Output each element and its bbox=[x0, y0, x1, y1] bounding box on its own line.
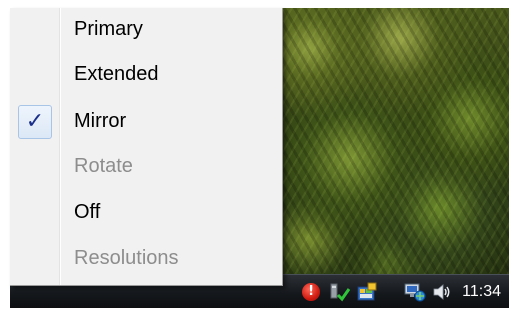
menu-item-label: Off bbox=[74, 201, 101, 223]
menu-item-primary[interactable]: Primary bbox=[10, 9, 282, 51]
menu-item-extended[interactable]: Extended bbox=[10, 54, 282, 96]
alert-icon[interactable]: ! bbox=[302, 281, 324, 303]
menu-item-mirror[interactable]: ✓ Mirror bbox=[10, 101, 282, 143]
menu-item-label: Primary bbox=[74, 18, 143, 40]
screen: ! 11:34 Primary Extended ✓ Mirror Rotate… bbox=[0, 0, 512, 320]
menu-item-label: Extended bbox=[74, 63, 159, 85]
checkmark-icon: ✓ bbox=[25, 109, 45, 134]
menu-item-resolutions: Resolutions bbox=[10, 238, 282, 280]
checkmark-box: ✓ bbox=[18, 105, 52, 139]
clock[interactable]: 11:34 bbox=[462, 283, 501, 301]
menu-item-label: Rotate bbox=[74, 155, 133, 177]
app-grid-icon[interactable] bbox=[356, 281, 378, 303]
network-icon[interactable] bbox=[404, 281, 426, 303]
menu-item-off[interactable]: Off bbox=[10, 192, 282, 234]
network-check-icon[interactable] bbox=[329, 281, 351, 303]
menu-item-label: Resolutions bbox=[74, 247, 179, 269]
menu-item-label: Mirror bbox=[74, 110, 127, 132]
menu-item-rotate: Rotate bbox=[10, 146, 282, 188]
display-mode-menu: Primary Extended ✓ Mirror Rotate Off Res… bbox=[10, 8, 283, 286]
system-tray: ! 11:34 bbox=[302, 275, 509, 308]
volume-icon[interactable] bbox=[431, 281, 453, 303]
